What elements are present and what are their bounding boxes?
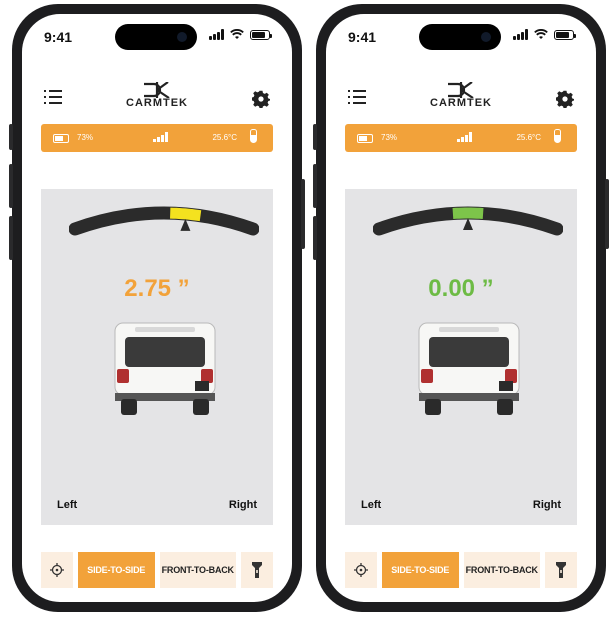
- right-label: Right: [532, 499, 561, 511]
- bottom-toolbar: SIDE-TO-SIDE FRONT-TO-BACK: [345, 552, 577, 588]
- brand-name: CARMTEK: [430, 97, 492, 109]
- phone-battery-icon: [250, 29, 272, 40]
- left-label: Left: [57, 499, 78, 511]
- level-gauge: [69, 206, 259, 236]
- status-icons: [513, 29, 576, 40]
- level-reading: 2.75 ”: [124, 275, 190, 302]
- battery-icon: [53, 134, 69, 143]
- status-info-bar: 73% 25.6°C: [41, 124, 273, 152]
- temperature-value: 25.6°C: [516, 133, 541, 142]
- phone-battery-icon: [554, 29, 576, 40]
- tab-front-to-back[interactable]: FRONT-TO-BACK: [159, 552, 236, 588]
- rv-rear-illustration: [114, 322, 216, 415]
- level-panel: 0.00 ” Left Right: [345, 189, 577, 525]
- level-reading: 0.00 ”: [428, 275, 494, 302]
- target-icon: [50, 563, 64, 577]
- tab-side-to-side[interactable]: SIDE-TO-SIDE: [78, 552, 155, 588]
- carmtek-logo: CARMTEK: [126, 82, 188, 109]
- app-header: CARMTEK: [326, 76, 596, 116]
- status-info-bar: 73% 25.6°C: [345, 124, 577, 152]
- level-panel: 2.75 ” Left Right: [41, 189, 273, 525]
- phone-left: 9:41 CARMTEK 73% 25.6°C 2.75 ” Left Righ…: [9, 4, 305, 612]
- level-indicator: [170, 207, 202, 222]
- brand-name: CARMTEK: [126, 97, 188, 109]
- gear-icon[interactable]: [556, 90, 574, 108]
- phone-screen: 9:41 CARMTEK: [326, 14, 596, 602]
- level-pointer: [463, 218, 473, 230]
- gear-icon[interactable]: [252, 90, 270, 108]
- flashlight-icon: [556, 562, 566, 578]
- battery-percent: 73%: [381, 133, 398, 142]
- tab-side-to-side[interactable]: SIDE-TO-SIDE: [382, 552, 459, 588]
- logo-mark-icon: [144, 82, 170, 98]
- signal-icon: [153, 132, 168, 142]
- left-label: Left: [361, 499, 382, 511]
- bottom-toolbar: SIDE-TO-SIDE FRONT-TO-BACK: [41, 552, 273, 588]
- status-time: 9:41: [348, 29, 377, 45]
- cell-signal-icon: [209, 29, 224, 40]
- dynamic-island: [419, 24, 501, 50]
- flashlight-button[interactable]: [545, 552, 577, 588]
- wifi-icon: [230, 29, 244, 39]
- phone-screen: 9:41 CARMTEK: [22, 14, 292, 602]
- tab-front-to-back[interactable]: FRONT-TO-BACK: [463, 552, 540, 588]
- flashlight-icon: [252, 562, 262, 578]
- target-icon: [354, 563, 368, 577]
- dynamic-island: [115, 24, 197, 50]
- battery-icon: [357, 134, 373, 143]
- battery-percent: 73%: [77, 133, 94, 142]
- cell-signal-icon: [513, 29, 528, 40]
- status-icons: [209, 29, 272, 40]
- phone-right: 9:41 CARMTEK 73% 25.6°C 0.00 ” Left Righ…: [313, 4, 609, 612]
- thermometer-icon: [250, 129, 257, 143]
- target-button[interactable]: [41, 552, 73, 588]
- level-indicator: [452, 207, 484, 219]
- level-gauge: [373, 206, 563, 236]
- logo-mark-icon: [448, 82, 474, 98]
- flashlight-button[interactable]: [241, 552, 273, 588]
- signal-icon: [457, 132, 472, 142]
- menu-icon[interactable]: [348, 90, 366, 104]
- right-label: Right: [228, 499, 257, 511]
- status-time: 9:41: [44, 29, 73, 45]
- carmtek-logo: CARMTEK: [430, 82, 492, 109]
- thermometer-icon: [554, 129, 561, 143]
- target-button[interactable]: [345, 552, 377, 588]
- rv-rear-illustration: [418, 322, 520, 415]
- temperature-value: 25.6°C: [212, 133, 237, 142]
- app-header: CARMTEK: [22, 76, 292, 116]
- wifi-icon: [534, 29, 548, 39]
- menu-icon[interactable]: [44, 90, 62, 104]
